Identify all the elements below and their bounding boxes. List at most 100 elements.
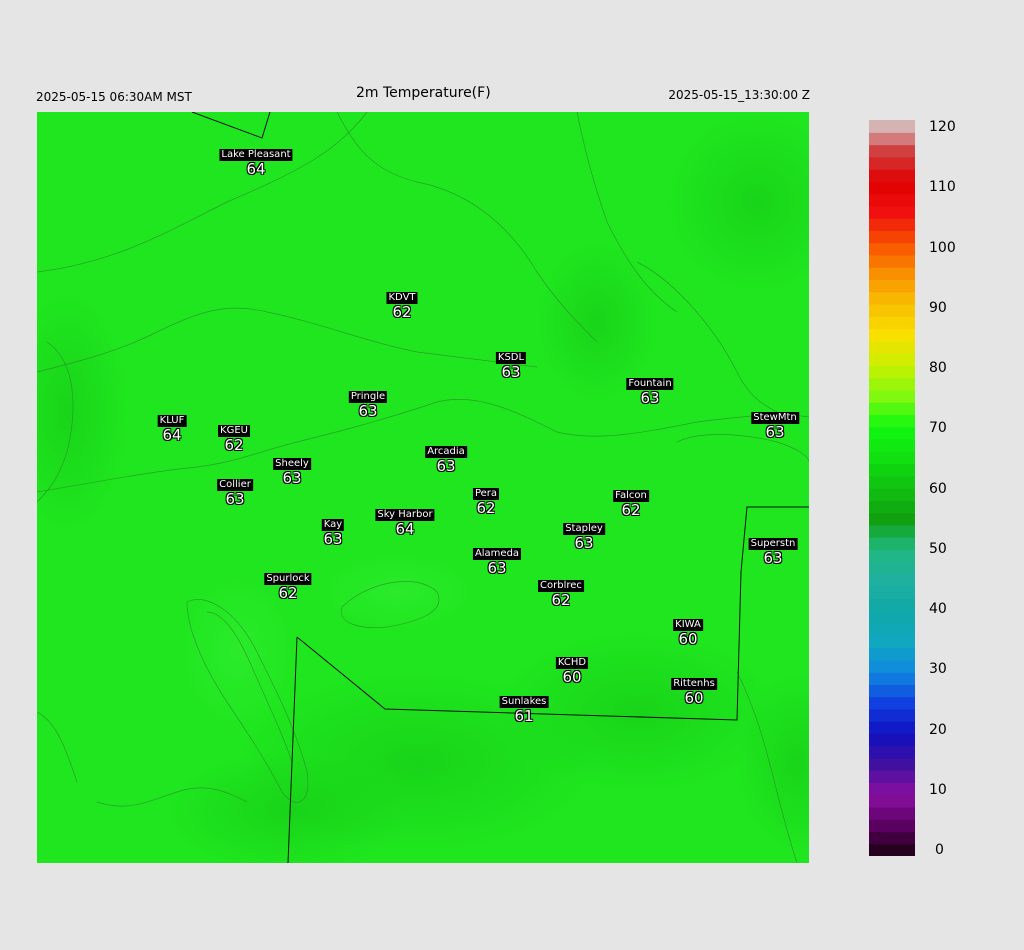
station-temperature: 62 [476,499,496,517]
colorbar-segment [869,843,915,856]
colorbar-segment [869,757,915,771]
station-temperature: 63 [436,457,456,475]
colorbar-segment [869,291,915,305]
station-temperature: 63 [323,530,343,548]
station-marker: Falcon 62 [613,485,649,518]
colorbar-segment [869,451,915,465]
station-temperature: 63 [282,469,302,487]
station-temperature: 63 [487,559,507,577]
colorbar-segment [869,156,915,170]
station-temperature: 63 [763,549,783,567]
station-temperature: 60 [562,668,582,686]
station-marker: Sheely 63 [273,453,311,486]
station-temperature: 63 [765,423,785,441]
utc-time-label: 2025-05-15_13:30:00 Z [668,88,810,102]
station-marker: KIWA 60 [673,614,703,647]
colorbar-segment [869,537,915,550]
colorbar-segment [869,770,915,783]
colorbar-segment [869,696,915,710]
station-marker: KLUF 64 [157,410,187,444]
station-temperature: 62 [392,303,412,321]
colorbar-segment [869,806,915,820]
colorbar-segment [869,598,915,612]
station-temperature: 64 [395,520,415,538]
station-temperature: 64 [162,426,182,444]
colorbar-segment [869,524,915,538]
station-marker: Lake Pleasant 64 [219,144,293,177]
station-marker: Sky Harbor 64 [375,504,435,538]
colorbar-segment [869,389,915,403]
station-temperature: 60 [684,689,704,707]
station-temperature: 63 [358,402,378,420]
colorbar-segment [869,622,915,636]
station-marker: Alameda 63 [472,543,522,577]
colorbar-tick-label: 10 [929,781,947,798]
map-background [37,112,809,863]
station-marker: Pera 62 [472,483,500,517]
station-marker: Sunlakes 61 [499,691,549,724]
temperature-map: Lake Pleasant 64 KDVT 62 KSDL 63 Fountain 63 Pri… [37,112,809,863]
colorbar-segment [869,193,915,207]
colorbar-segment [869,549,915,563]
colorbar-tick-label: 40 [929,601,947,617]
colorbar-segment [869,181,915,195]
colorbar-tick-label: 110 [929,179,956,196]
station-temperature: 63 [574,534,594,552]
colorbar-tick-label: 90 [929,299,947,316]
station-marker: Kay 63 [321,514,345,548]
colorbar-segment [869,365,915,379]
colorbar-segment [869,672,915,685]
station-marker: Fountain 63 [626,373,674,407]
colorbar-tick-label: 60 [929,480,947,497]
colorbar-segment [869,144,915,158]
colorbar-segment [869,328,915,342]
colorbar-segment [869,169,915,182]
station-marker: Arcadia 63 [425,441,467,474]
colorbar-segment [869,402,915,415]
colorbar-segment [869,304,915,317]
colorbar-segment [869,610,915,624]
colorbar-segment [869,254,915,268]
colorbar-segment [869,340,915,354]
colorbar-segment [869,635,915,649]
station-temperature: 63 [225,490,245,508]
station-marker: Spurlock 62 [264,568,312,601]
colorbar-segment [869,475,915,489]
colorbar-segment [869,353,915,366]
colorbar-segment [869,205,915,219]
colorbar-segment [869,242,915,256]
station-temperature: 62 [551,591,571,609]
station-marker: StewMtn 63 [751,407,799,440]
station-marker: Collier 63 [217,474,253,507]
colorbar-segment [869,500,915,514]
station-marker: Pringle 63 [348,386,388,420]
colorbar-tick-label: 120 [929,119,956,135]
station-temperature: 63 [501,363,521,381]
colorbar-segment [869,684,915,698]
colorbar-segment [869,414,915,428]
colorbar-segment [869,132,915,146]
colorbar-segment [869,782,915,796]
colorbar-segment [869,733,915,747]
colorbar [869,120,915,856]
station-temperature: 62 [621,501,641,519]
station-marker: Stapley 63 [563,518,605,551]
colorbar-segment [869,316,915,330]
colorbar-segment [869,831,915,845]
colorbar-segment [869,488,915,501]
station-temperature: 62 [224,436,244,454]
colorbar-tick-label: 30 [929,661,947,678]
colorbar-segment [869,267,915,281]
station-temperature: 63 [640,389,660,407]
colorbar-tick-label: 70 [929,420,947,437]
station-marker: Superstn 63 [748,533,798,567]
local-time-label: 2025-05-15 06:30AM MST [36,90,192,104]
station-marker: KSDL 63 [495,347,527,381]
station-marker: KGEU 62 [218,420,250,453]
station-marker: KCHD 60 [555,652,589,686]
map-title: 2m Temperature(F) [356,85,491,101]
station-marker: Corblrec 62 [538,575,584,608]
colorbar-segment [869,586,915,599]
colorbar-segment [869,794,915,808]
station-temperature: 60 [678,630,698,648]
